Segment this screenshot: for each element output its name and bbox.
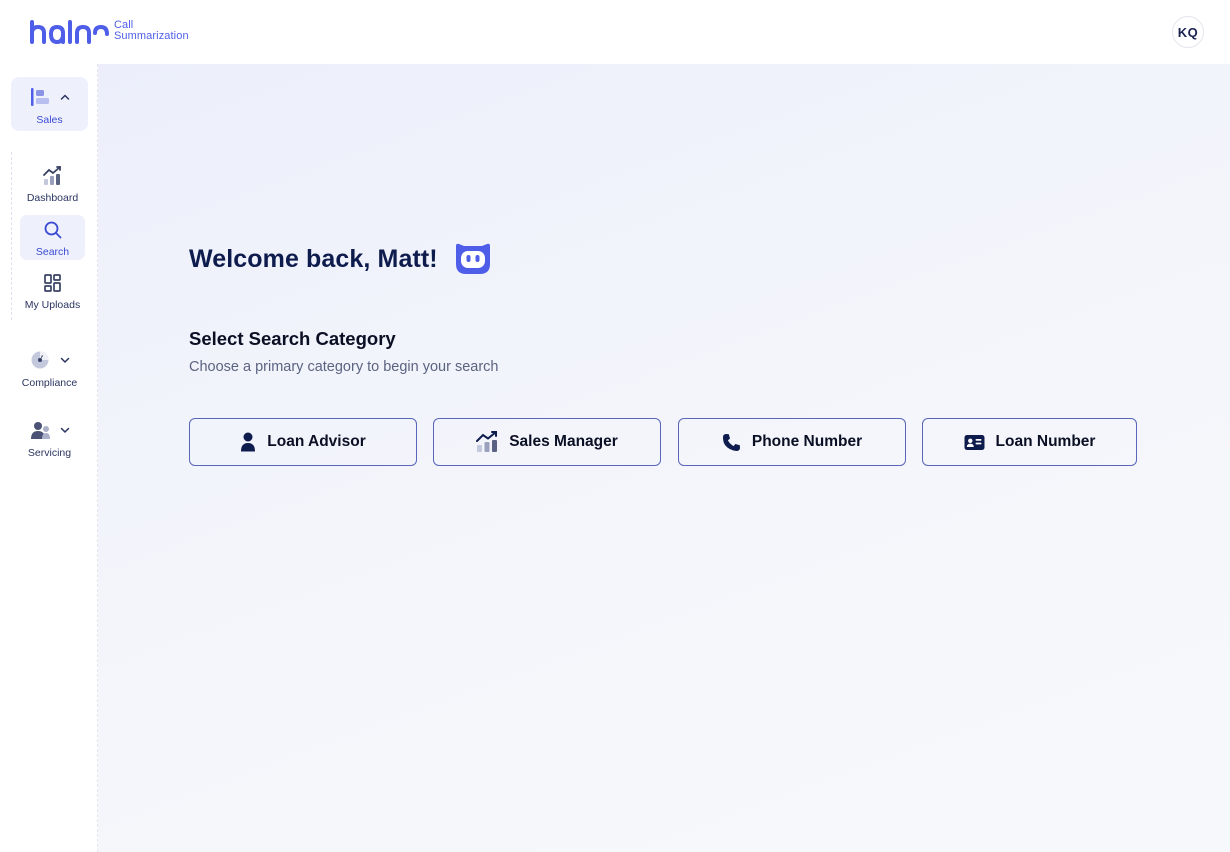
sales-icon	[30, 88, 49, 106]
sidebar-group-servicing[interactable]: Servicing	[11, 410, 88, 466]
section-subtitle: Choose a primary category to begin your …	[189, 359, 499, 375]
section-title: Select Search Category	[189, 328, 396, 349]
app-root: Call Summarization KQ Sales Dashboard Se…	[0, 0, 1230, 852]
app-logo[interactable]: Call Summarization	[29, 20, 189, 46]
sidebar-group-label: Compliance	[21, 377, 78, 389]
chevron-down-icon[interactable]	[60, 425, 70, 435]
category-label: Loan Number	[995, 433, 1096, 450]
sidebar-item-search[interactable]: Search	[20, 215, 85, 260]
chart-trend-icon	[476, 431, 498, 452]
sidebar-group-sales[interactable]: Sales	[11, 77, 88, 131]
id-card-icon	[964, 434, 985, 450]
compliance-icon	[31, 351, 48, 369]
search-icon	[44, 221, 61, 239]
top-header: Call Summarization KQ	[0, 0, 1230, 64]
bot-icon	[455, 243, 490, 274]
halo-logo-icon	[30, 20, 109, 44]
category-loan-number-button[interactable]: Loan Number	[922, 418, 1137, 466]
chevron-down-icon[interactable]	[60, 355, 70, 365]
user-avatar[interactable]: KQ	[1172, 16, 1204, 48]
category-label: Sales Manager	[509, 433, 618, 450]
category-label: Phone Number	[751, 433, 863, 450]
sidebar-item-label: Search	[35, 246, 70, 258]
welcome-row: Welcome back, Matt!	[189, 242, 492, 276]
logo-product-name: Call Summarization	[114, 20, 189, 42]
sidebar-item-dashboard[interactable]: Dashboard	[20, 161, 85, 206]
sidebar-item-label: My Uploads	[24, 299, 81, 311]
category-phone-number-button[interactable]: Phone Number	[678, 418, 906, 466]
servicing-icon	[30, 422, 50, 439]
category-sales-manager-button[interactable]: Sales Manager	[433, 418, 661, 466]
sidebar: Sales Dashboard Search My Uploads Compli…	[0, 64, 98, 852]
person-icon	[241, 432, 256, 452]
category-label: Loan Advisor	[267, 433, 366, 450]
sidebar-group-label: Servicing	[27, 447, 72, 459]
sidebar-group-compliance[interactable]: Compliance	[11, 340, 88, 396]
welcome-heading: Welcome back, Matt!	[189, 244, 438, 273]
sidebar-group-label: Sales	[36, 114, 63, 126]
uploads-icon	[43, 274, 61, 292]
subnav-divider	[11, 152, 12, 320]
dashboard-icon	[42, 166, 61, 185]
sidebar-item-my-uploads[interactable]: My Uploads	[20, 268, 85, 313]
category-loan-advisor-button[interactable]: Loan Advisor	[189, 418, 417, 466]
chevron-up-icon[interactable]	[60, 92, 70, 102]
phone-icon	[722, 433, 740, 451]
sidebar-item-label: Dashboard	[26, 192, 79, 204]
logo-line-2: Summarization	[114, 30, 189, 42]
main-content: Welcome back, Matt! Select Search Catego…	[98, 64, 1230, 852]
